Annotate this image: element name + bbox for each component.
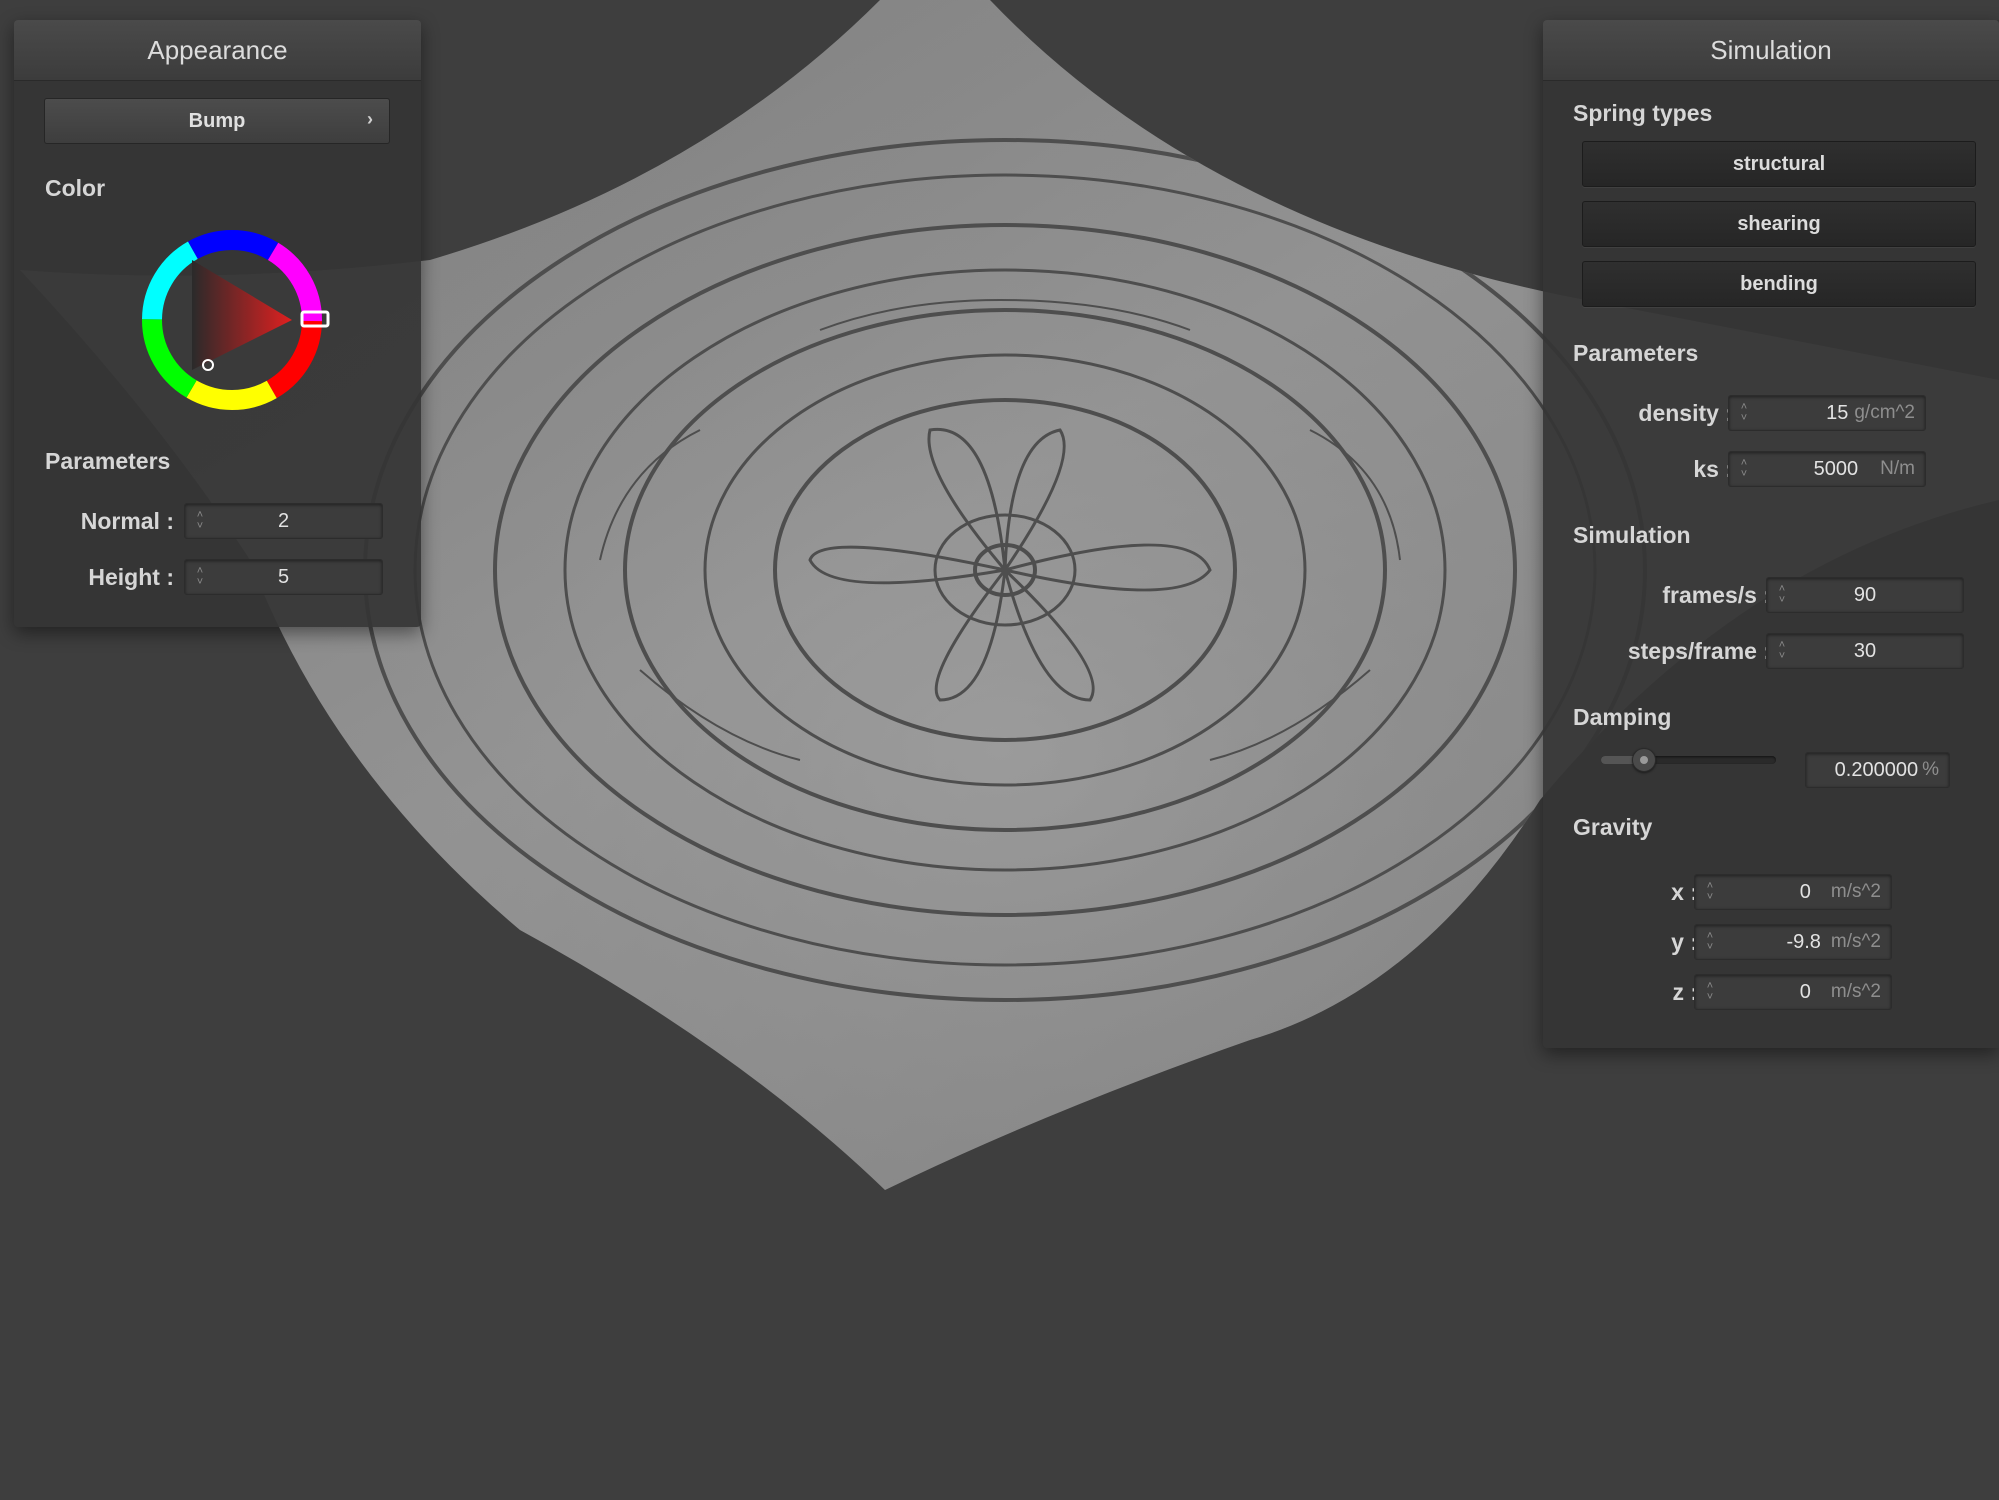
spinner-icon[interactable]: ˄ ˅ [1773, 634, 1791, 668]
spinner-icon[interactable]: ˄ ˅ [1735, 396, 1753, 430]
damping-slider-thumb[interactable] [1631, 748, 1656, 772]
appearance-panel: Appearance Bump › Color Parameters Norma… [14, 20, 421, 627]
density-input[interactable]: ˄ ˅ 15 g/cm^2 [1728, 395, 1926, 431]
spinner-icon[interactable]: ˄ ˅ [1701, 975, 1719, 1009]
gravity-y-input[interactable]: ˄ ˅ -9.8 m/s^2 [1694, 924, 1892, 960]
gravity-z-input[interactable]: ˄ ˅ 0 m/s^2 [1694, 974, 1892, 1010]
appearance-title: Appearance [14, 20, 421, 81]
frames-per-s-label: frames/s : [1662, 582, 1771, 608]
color-triangle [192, 260, 292, 370]
spinner-icon[interactable]: ˄ ˅ [191, 560, 209, 594]
gravity-y-unit: m/s^2 [1830, 931, 1881, 952]
gravity-x-unit: m/s^2 [1830, 881, 1881, 902]
height-label: Height : [88, 564, 174, 590]
color-wheel[interactable] [132, 220, 332, 420]
gravity-z-unit: m/s^2 [1830, 981, 1881, 1002]
gravity-label: Gravity [1573, 814, 1653, 840]
gravity-x-label: x : [1671, 879, 1698, 905]
spinner-icon[interactable]: ˄ ˅ [1701, 925, 1719, 959]
gravity-x-input[interactable]: ˄ ˅ 0 m/s^2 [1694, 874, 1892, 910]
color-label: Color [45, 175, 106, 201]
gravity-y-label: y : [1671, 929, 1698, 955]
steps-per-frame-label: steps/frame : [1627, 638, 1771, 664]
shading-mode-dropdown[interactable]: Bump › [44, 98, 390, 144]
ks-value: 5000 [1813, 457, 1859, 480]
simulation-panel: Simulation Spring types structural shear… [1543, 20, 1999, 1048]
appearance-parameters-label: Parameters [45, 448, 171, 474]
spinner-icon[interactable]: ˄ ˅ [1773, 578, 1791, 612]
steps-per-frame-value: 30 [1853, 639, 1877, 662]
gravity-x-value: 0 [1799, 880, 1811, 903]
damping-value: 0.200000 [1834, 758, 1919, 781]
damping-unit: % [1922, 759, 1939, 780]
gravity-y-value: -9.8 [1786, 930, 1821, 953]
height-input[interactable]: ˄ ˅ 5 [184, 559, 383, 595]
spinner-icon[interactable]: ˄ ˅ [191, 504, 209, 538]
gravity-z-label: z : [1672, 979, 1698, 1005]
height-value: 5 [277, 565, 290, 588]
simulation-section-label: Simulation [1573, 522, 1691, 548]
normal-input[interactable]: ˄ ˅ 2 [184, 503, 383, 539]
normal-value: 2 [277, 509, 290, 532]
density-value: 15 [1826, 401, 1849, 424]
density-unit: g/cm^2 [1854, 402, 1915, 423]
steps-per-frame-input[interactable]: ˄ ˅ 30 [1766, 633, 1964, 669]
shearing-button[interactable]: shearing [1582, 201, 1976, 247]
damping-slider[interactable] [1601, 748, 1776, 772]
ks-label: ks : [1693, 456, 1733, 482]
spring-types-label: Spring types [1573, 100, 1713, 126]
spinner-icon[interactable]: ˄ ˅ [1701, 875, 1719, 909]
frames-per-s-value: 90 [1853, 583, 1877, 606]
ks-unit: N/m [1880, 458, 1915, 479]
shading-mode-value: Bump [188, 109, 246, 132]
gravity-z-value: 0 [1799, 980, 1811, 1003]
damping-input[interactable]: 0.200000 % [1805, 752, 1950, 788]
spinner-icon[interactable]: ˄ ˅ [1735, 452, 1753, 486]
structural-button[interactable]: structural [1582, 141, 1976, 187]
density-label: density : [1638, 400, 1733, 426]
normal-label: Normal : [80, 508, 174, 534]
chevron-right-icon: › [367, 109, 373, 129]
damping-label: Damping [1573, 704, 1672, 730]
simulation-title: Simulation [1543, 20, 1999, 81]
simulation-parameters-label: Parameters [1573, 340, 1699, 366]
bending-button[interactable]: bending [1582, 261, 1976, 307]
ks-input[interactable]: ˄ ˅ 5000 N/m [1728, 451, 1926, 487]
frames-per-s-input[interactable]: ˄ ˅ 90 [1766, 577, 1964, 613]
